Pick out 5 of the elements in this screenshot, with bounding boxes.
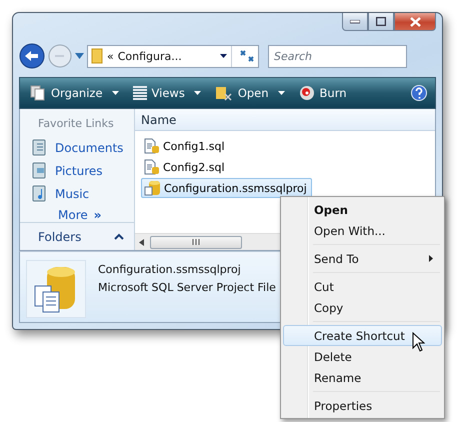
file-name: Configuration.ssmssqlproj (98, 263, 242, 276)
address-path: Configura... (118, 50, 183, 62)
breadcrumb-chevron: « (107, 50, 114, 62)
file-type: Microsoft SQL Server Project File (98, 281, 276, 294)
favorite-links-heading: Favorite Links (37, 116, 115, 132)
